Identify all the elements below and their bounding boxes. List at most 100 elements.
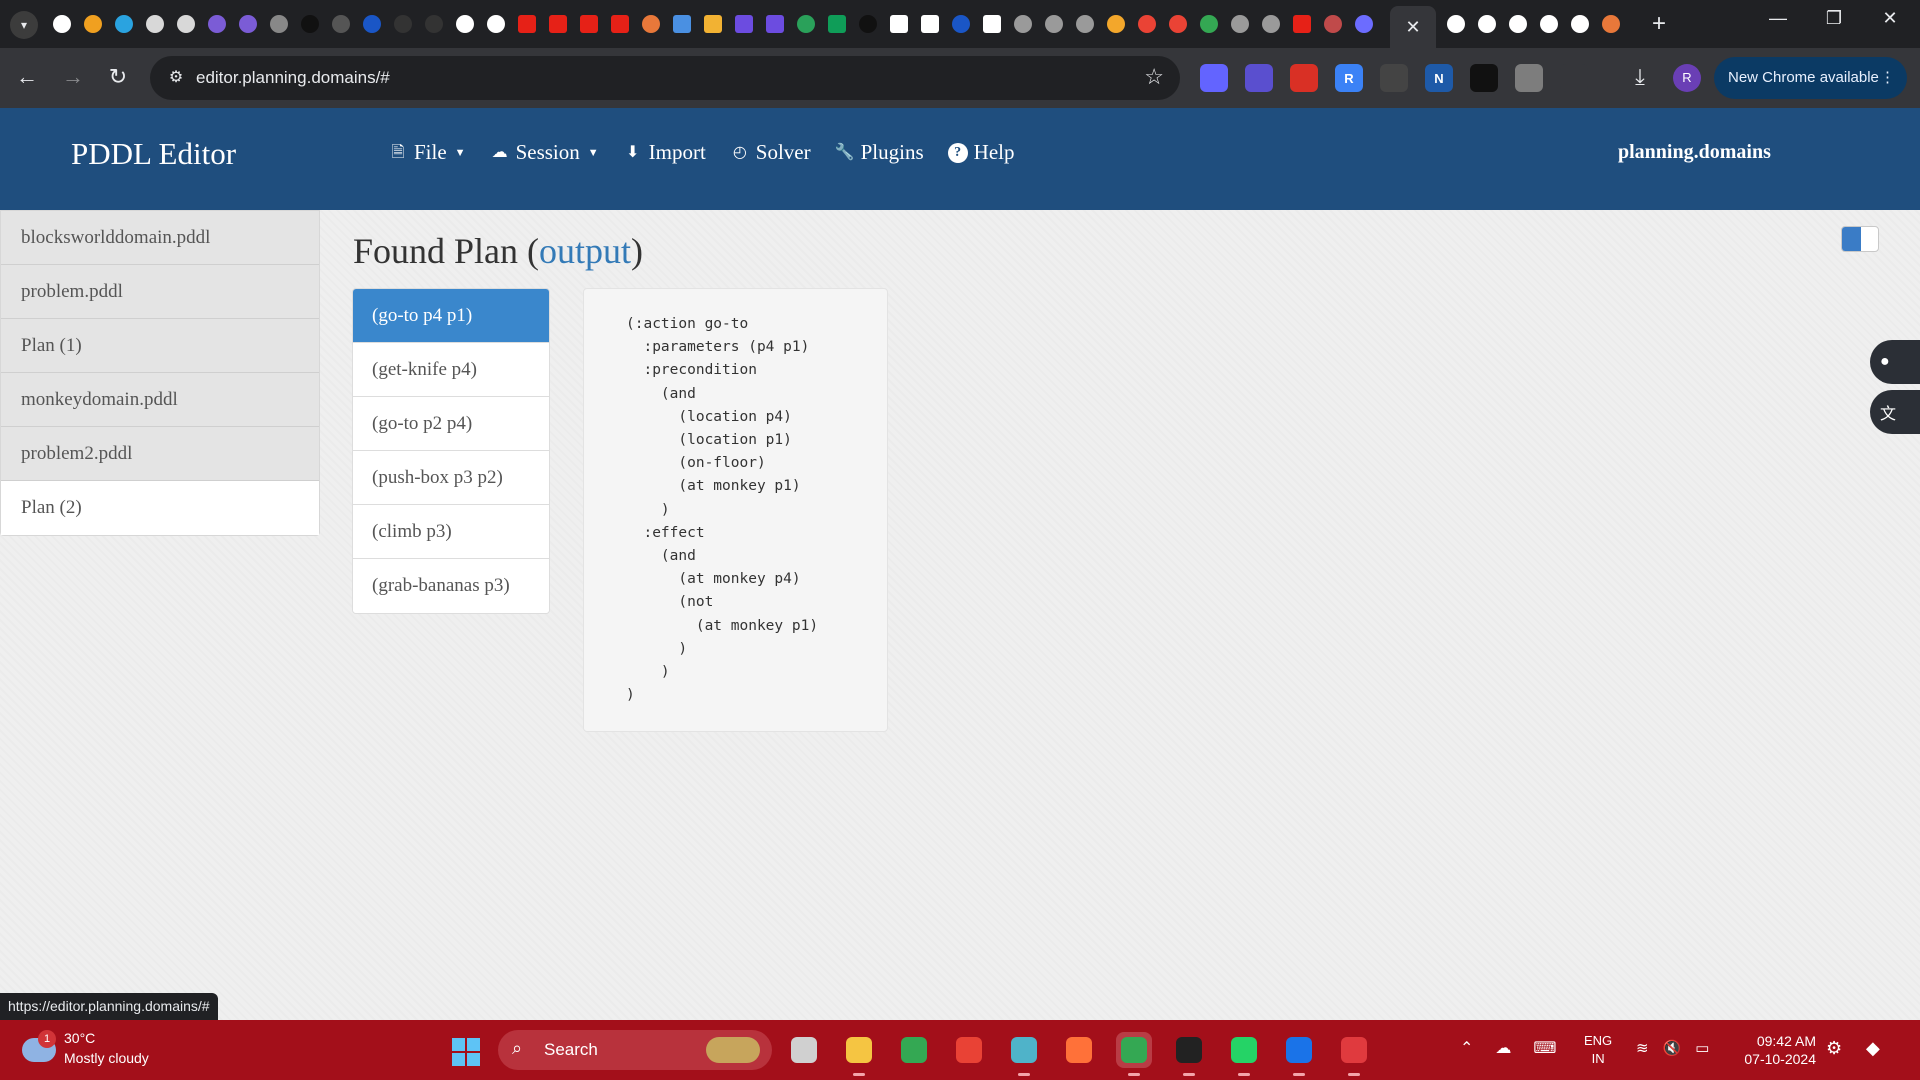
tab-youtube-icon[interactable] — [573, 12, 604, 36]
mastodon-icon[interactable] — [1200, 64, 1228, 92]
minimize-icon[interactable]: — — [1748, 8, 1808, 29]
menu-solver[interactable]: ◴ Solver — [730, 140, 811, 165]
r-icon[interactable]: R — [1335, 64, 1363, 92]
tab-list-icon[interactable] — [728, 12, 759, 36]
reload-icon[interactable]: ↻ — [103, 64, 133, 90]
copilot-icon[interactable]: ◆ — [1866, 1038, 1880, 1059]
firefox-icon[interactable] — [1061, 1032, 1097, 1068]
tab-chat-icon[interactable] — [666, 12, 697, 36]
active-tab-close-icon[interactable]: ✕ — [1390, 6, 1436, 48]
plan-step-item[interactable]: (go-to p4 p1) — [353, 289, 549, 343]
new-chrome-available-button[interactable]: New Chrome available ⋮ — [1714, 57, 1907, 99]
plan-step-item[interactable]: (get-knife p4) — [353, 343, 549, 397]
tab-unstop-icon[interactable] — [945, 12, 976, 36]
tab-github-icon[interactable] — [1502, 12, 1533, 36]
keyboard-app-icon[interactable] — [1006, 1032, 1042, 1076]
tab-globe-icon[interactable] — [1224, 12, 1255, 36]
windows-start-icon[interactable] — [452, 1038, 480, 1066]
back-arrow-icon[interactable]: ← — [12, 64, 42, 90]
download-icon[interactable]: ⤓ — [1625, 64, 1655, 90]
tab-github-icon[interactable] — [1471, 12, 1502, 36]
chevron-up-icon[interactable]: ⌃ — [1460, 1038, 1473, 1058]
onedrive-cloud-icon[interactable]: ☁ — [1495, 1038, 1511, 1058]
tab-globe-icon[interactable] — [1007, 12, 1038, 36]
tab-youtube-icon[interactable] — [1286, 12, 1317, 36]
tab-github-icon[interactable] — [1564, 12, 1595, 36]
tab-gmail-icon[interactable] — [1131, 12, 1162, 36]
bookmark-star-icon[interactable]: ☆ — [1144, 64, 1164, 90]
tab-plus-circle-icon[interactable] — [790, 12, 821, 36]
plan-step-item[interactable]: (climb p3) — [353, 505, 549, 559]
tab-youtube-icon[interactable] — [511, 12, 542, 36]
address-bar[interactable]: ⚙ editor.planning.domains/# ☆ — [150, 56, 1180, 100]
window-close-icon[interactable]: ✕ — [1860, 8, 1920, 29]
tab-dark-circle-icon[interactable] — [852, 12, 883, 36]
output-link[interactable]: output — [539, 231, 631, 271]
file-explorer-icon[interactable] — [841, 1032, 877, 1076]
chrome-profile-icon[interactable] — [1116, 1032, 1152, 1076]
tab-wix-icon[interactable] — [914, 12, 945, 36]
tab-youtube-icon[interactable] — [542, 12, 573, 36]
tab-pin-icon[interactable] — [1193, 12, 1224, 36]
sidebar-file-item[interactable]: monkeydomain.pddl — [1, 373, 319, 427]
sidebar-file-item[interactable]: blocksworlddomain.pddl — [1, 211, 319, 265]
copilot-face-icon[interactable] — [1245, 64, 1273, 92]
tab-play-icon[interactable] — [263, 12, 294, 36]
translate-icon[interactable]: 文 — [1870, 390, 1920, 434]
tab-list-icon[interactable] — [759, 12, 790, 36]
address-bar-url[interactable]: editor.planning.domains/# — [196, 68, 390, 88]
tab-github-icon[interactable] — [1440, 12, 1471, 36]
tab-globe-icon[interactable] — [1255, 12, 1286, 36]
restore-icon[interactable]: ❐ — [1804, 8, 1864, 29]
menu-session[interactable]: ☁ Session ▼ — [490, 140, 599, 165]
taskbar-search[interactable]: ⌕ Search — [498, 1030, 772, 1070]
tab-unstop-icon[interactable] — [356, 12, 387, 36]
menu-file[interactable]: 🗎 File ▼ — [388, 140, 466, 165]
tab-n-icon[interactable] — [387, 12, 418, 36]
sidebar-file-item[interactable]: Plan (1) — [1, 319, 319, 373]
theme-toggle[interactable] — [1841, 226, 1879, 252]
openai-icon[interactable] — [1470, 64, 1498, 92]
app-a-icon[interactable] — [1281, 1032, 1317, 1076]
plan-step-item[interactable]: (push-box p3 p2) — [353, 451, 549, 505]
tab-globe-icon[interactable] — [1038, 12, 1069, 36]
plan-step-item[interactable]: (grab-bananas p3) — [353, 559, 549, 613]
tab-bot-icon[interactable] — [1317, 12, 1348, 36]
tab-globe-icon[interactable] — [1069, 12, 1100, 36]
tab-infinity-icon[interactable] — [1100, 12, 1131, 36]
tab-search-chevron-icon[interactable]: ▾ — [10, 11, 38, 39]
tab-in-icon[interactable] — [1595, 12, 1626, 36]
menu-help[interactable]: ? Help — [947, 140, 1014, 165]
quick-settings[interactable]: ≋ 🔇 ▭ — [1636, 1039, 1709, 1057]
n-icon[interactable]: N — [1425, 64, 1453, 92]
menu-import[interactable]: ⬇ Import — [623, 140, 706, 165]
tab-google-icon[interactable] — [46, 12, 77, 36]
menu-plugins[interactable]: 🔧 Plugins — [835, 140, 924, 165]
taskbar-clock[interactable]: 09:42 AM 07-10-2024 — [1736, 1032, 1816, 1068]
notification-gear-icon[interactable]: ⚙ — [1826, 1038, 1842, 1059]
tab-google-icon[interactable] — [480, 12, 511, 36]
whatsapp-icon[interactable] — [1226, 1032, 1262, 1076]
puzzle-icon[interactable] — [1560, 64, 1588, 92]
tab-figma-icon[interactable] — [201, 12, 232, 36]
language-indicator[interactable]: ENG IN — [1584, 1032, 1612, 1068]
tab-moon-icon[interactable] — [325, 12, 356, 36]
tab-runner-icon[interactable] — [77, 12, 108, 36]
magnifier-icon[interactable] — [1380, 64, 1408, 92]
task-view-icon[interactable] — [786, 1032, 822, 1068]
new-tab-button[interactable]: + — [1652, 10, 1666, 38]
sidebar-file-item[interactable]: problem.pddl — [1, 265, 319, 319]
chrome-icon[interactable] — [896, 1032, 932, 1068]
keyboard-icon[interactable]: ⌨ — [1533, 1038, 1556, 1058]
tab-gmail-icon[interactable] — [1162, 12, 1193, 36]
profile-avatar[interactable]: R — [1673, 64, 1701, 92]
tab-dark-circle-icon[interactable] — [294, 12, 325, 36]
color-wheel-icon[interactable] — [951, 1032, 987, 1068]
bug-icon[interactable] — [1171, 1032, 1207, 1076]
forward-arrow-icon[interactable]: → — [58, 64, 88, 90]
plan-step-item[interactable]: (go-to p2 p4) — [353, 397, 549, 451]
tab-n-icon[interactable] — [418, 12, 449, 36]
infinity-icon[interactable] — [1290, 64, 1318, 92]
gray-circle-icon[interactable] — [1515, 64, 1543, 92]
tab-box-icon[interactable] — [697, 12, 728, 36]
